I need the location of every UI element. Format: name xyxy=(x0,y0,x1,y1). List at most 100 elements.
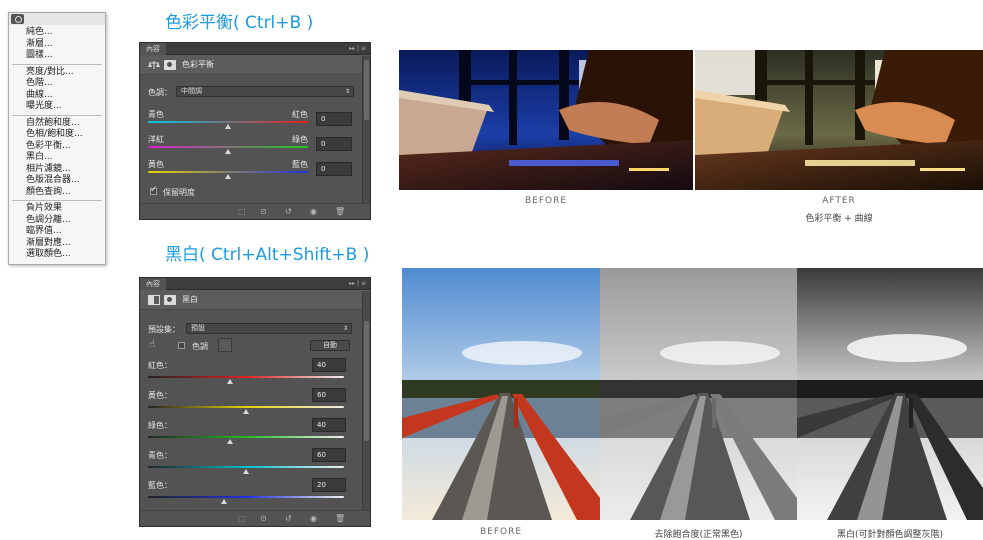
delete-icon-bw[interactable]: 🗑 xyxy=(335,514,345,524)
slider-value-field[interactable]: 0 xyxy=(316,137,352,151)
slider-thumb[interactable] xyxy=(225,174,231,179)
panel-menu-icon-bw[interactable]: ▸▸ | ≡ xyxy=(349,278,366,290)
slider-track[interactable] xyxy=(148,171,308,173)
clip-to-layer-icon-bw[interactable]: ⬚ xyxy=(238,514,246,524)
layer-mask-icon-bw[interactable] xyxy=(164,295,176,305)
menu-item[interactable]: 自然飽和度... xyxy=(9,118,105,130)
bridge-desaturated-photo xyxy=(600,268,797,520)
tone-dropdown[interactable]: 中間調 ⇕ xyxy=(176,86,354,97)
bw-slider-label: 紅色： xyxy=(148,361,172,370)
checkmark-icon: ✓ xyxy=(150,185,158,195)
menu-item[interactable]: 漸層對應... xyxy=(9,238,105,250)
tint-color-swatch[interactable] xyxy=(218,338,232,352)
view-previous-icon[interactable]: ⊙ xyxy=(260,207,267,217)
slider-thumb[interactable] xyxy=(225,124,231,129)
bw-slider-thumb[interactable] xyxy=(243,409,249,414)
scrollbar-thumb-bw[interactable] xyxy=(364,321,369,441)
bridge-before-photo xyxy=(402,268,600,520)
menu-item[interactable]: 曝光度... xyxy=(9,101,105,113)
panel-scrollbar-bw[interactable] xyxy=(362,291,370,510)
black-white-icon xyxy=(148,295,160,305)
menu-item[interactable]: 純色... xyxy=(9,27,105,39)
menu-items: 純色... 漸層... 圖樣... 亮度/對比... 色階... 曲線... 曝光度... 自… xyxy=(9,25,105,264)
adjustment-name-bw: 黑白 xyxy=(182,295,198,304)
clip-to-layer-icon[interactable]: ⬚ xyxy=(238,207,246,217)
bridge-black-white-photo xyxy=(797,268,983,520)
menu-item[interactable]: 曲線... xyxy=(9,90,105,102)
black-white-panel: 內容 ▸▸ | ≡ 黑白 預設集： 預設 ⇕ ☝ 色調 自動 紅色： 40 黃色： 6… xyxy=(139,277,371,527)
auto-button[interactable]: 自動 xyxy=(310,340,350,351)
menu-item[interactable]: 色版混合器... xyxy=(9,175,105,187)
menu-separator xyxy=(12,63,102,65)
panel-scrollbar[interactable] xyxy=(362,56,370,203)
preserve-luminosity-label: 保留明度 xyxy=(163,188,195,197)
tab-properties-bw[interactable]: 內容 xyxy=(140,278,166,290)
visibility-icon-bw[interactable]: ◉ xyxy=(310,514,317,524)
panel-menu-icon[interactable]: ▸▸ | ≡ xyxy=(349,43,366,55)
menu-item[interactable]: 相片濾鏡... xyxy=(9,164,105,176)
bw-slider-value-field[interactable]: 40 xyxy=(312,358,346,372)
menu-item[interactable]: 色相/飽和度... xyxy=(9,129,105,141)
dropdown-arrow-icon-bw: ⇕ xyxy=(342,325,348,332)
menu-item[interactable]: 顏色查詢... xyxy=(9,187,105,199)
after-photo-color-balance xyxy=(695,50,983,190)
bw-slider-value-field[interactable]: 60 xyxy=(312,448,346,462)
bw-slider-track[interactable] xyxy=(148,406,344,408)
visibility-icon[interactable]: ◉ xyxy=(310,207,317,217)
tab-properties[interactable]: 內容 xyxy=(140,43,166,55)
slider-left-label: 洋紅 xyxy=(148,135,164,144)
bw-slider-track[interactable] xyxy=(148,496,344,498)
menu-item[interactable]: 色彩平衡... xyxy=(9,141,105,153)
panel-bottom-bar-bw: ⬚ ⊙ ↺ ◉ 🗑 xyxy=(140,510,370,526)
before-photo-color-balance xyxy=(399,50,693,190)
adjustment-title-row-bw: 黑白 xyxy=(140,290,370,310)
tint-checkbox[interactable] xyxy=(178,342,185,349)
bw-slider-thumb[interactable] xyxy=(243,469,249,474)
layer-mask-icon[interactable] xyxy=(164,60,176,70)
caption-before-2: BEFORE xyxy=(479,527,523,537)
menu-item[interactable]: 漸層... xyxy=(9,39,105,51)
view-previous-icon-bw[interactable]: ⊙ xyxy=(260,514,267,524)
menu-item[interactable]: 色階... xyxy=(9,78,105,90)
bw-slider-thumb[interactable] xyxy=(227,439,234,444)
slider-right-label: 藍色 xyxy=(292,160,308,169)
slider-right-label: 綠色 xyxy=(292,135,308,144)
preset-dropdown[interactable]: 預設 ⇕ xyxy=(186,323,352,334)
menu-separator xyxy=(12,114,102,116)
adjustment-layer-icon[interactable] xyxy=(11,14,24,24)
delete-icon[interactable]: 🗑 xyxy=(335,207,345,217)
targeted-adjustment-hand-icon[interactable]: ☝ xyxy=(149,339,155,350)
slider-thumb[interactable] xyxy=(225,149,231,154)
slider-track[interactable] xyxy=(148,146,308,148)
bw-slider-track[interactable] xyxy=(148,436,344,438)
bw-slider-track[interactable] xyxy=(148,466,344,468)
menu-item[interactable]: 黑白... xyxy=(9,152,105,164)
bw-slider-track[interactable] xyxy=(148,376,344,378)
slider-value-field[interactable]: 0 xyxy=(316,162,352,176)
bw-slider-value-field[interactable]: 20 xyxy=(312,478,346,492)
bw-slider-thumb[interactable] xyxy=(221,499,228,504)
reset-icon[interactable]: ↺ xyxy=(285,207,292,217)
slider-track[interactable] xyxy=(148,121,308,123)
menu-item[interactable]: 亮度/對比... xyxy=(9,67,105,79)
menu-item[interactable]: 色調分離... xyxy=(9,215,105,227)
menu-item[interactable]: 選取顏色... xyxy=(9,249,105,261)
panel-tabbar-bw: 內容 ▸▸ | ≡ xyxy=(140,278,370,290)
menu-item[interactable]: 圖樣... xyxy=(9,50,105,62)
section-title-black-white: 黑白( Ctrl+Alt+Shift+B ) xyxy=(165,245,370,265)
balance-scale-icon xyxy=(148,61,160,69)
bw-slider-label: 藍色： xyxy=(148,481,172,490)
bw-slider-value-field[interactable]: 40 xyxy=(312,418,346,432)
bw-slider-thumb[interactable] xyxy=(227,379,234,384)
menu-header xyxy=(9,13,105,25)
adjustment-name: 色彩平衡 xyxy=(182,60,214,69)
slider-value-field[interactable]: 0 xyxy=(316,112,352,126)
reset-icon-bw[interactable]: ↺ xyxy=(285,514,292,524)
menu-item[interactable]: 臨界值... xyxy=(9,226,105,238)
tone-label: 色調： xyxy=(148,88,172,97)
bw-slider-value-field[interactable]: 60 xyxy=(312,388,346,402)
preset-label: 預設集： xyxy=(148,325,180,334)
scrollbar-thumb[interactable] xyxy=(364,60,369,120)
menu-item[interactable]: 負片效果 xyxy=(9,203,105,215)
adjustment-menu: 純色... 漸層... 圖樣... 亮度/對比... 色階... 曲線... 曝光度... 自… xyxy=(8,12,106,265)
